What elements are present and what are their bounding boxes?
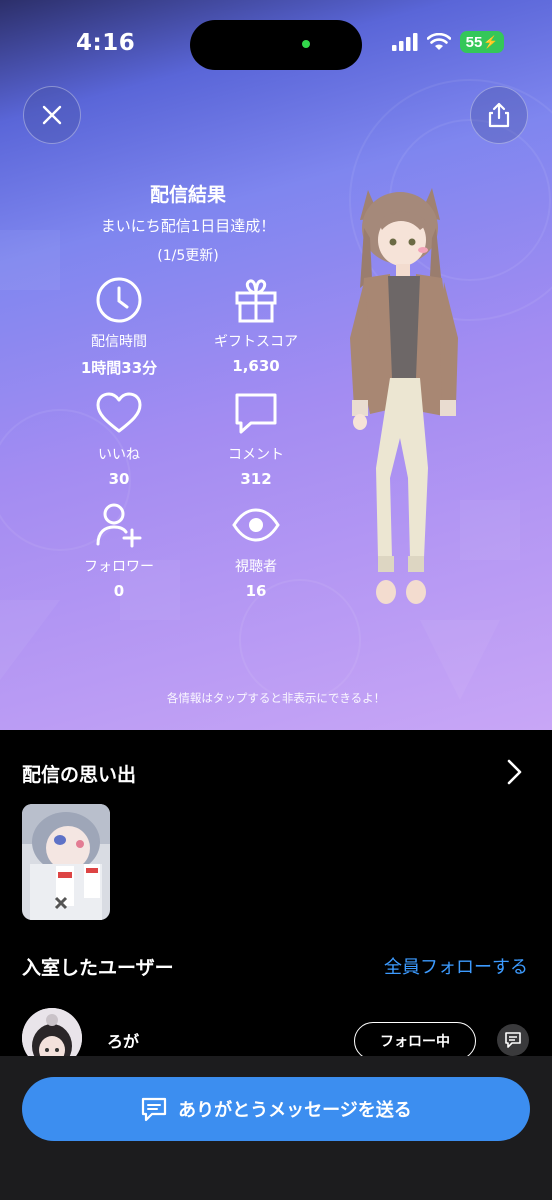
users-title: 入室したユーザー — [22, 957, 174, 979]
update-text: (1/5更新) — [157, 248, 219, 264]
hint-text: 各情報はタップすると非表示にできるよ！ — [166, 691, 386, 705]
stat-label: 視聴者 — [235, 559, 277, 575]
stat-duration[interactable]: 配信時間 1時間33分 — [39, 275, 199, 378]
stat-followers[interactable]: フォロワー 0 — [39, 500, 199, 600]
stat-gift-score[interactable]: ギフトスコア 1,630 — [176, 275, 336, 375]
user-name: ろが — [107, 1032, 140, 1051]
battery-level: 55 — [465, 33, 483, 51]
memory-thumbnail[interactable] — [22, 804, 110, 920]
stat-label: 配信時間 — [91, 334, 147, 350]
stat-value: 312 — [240, 470, 272, 488]
stat-viewers[interactable]: 視聴者 16 — [176, 500, 336, 600]
avatar[interactable] — [22, 1008, 82, 1056]
close-icon — [42, 105, 62, 125]
share-icon — [488, 102, 510, 128]
message-user-button[interactable] — [497, 1024, 529, 1056]
close-button[interactable] — [23, 86, 81, 144]
comment-icon — [235, 393, 277, 434]
avatar-character-image — [350, 188, 458, 604]
stat-likes[interactable]: いいね 30 — [39, 388, 199, 488]
send-thanks-label: ありがとうメッセージを送る — [178, 1100, 412, 1121]
signal-icon — [392, 33, 418, 51]
memories-title: 配信の思い出 — [22, 764, 137, 786]
achievement-text: まいにち配信1日目達成！ — [100, 217, 276, 235]
result-title: 配信結果 — [149, 184, 226, 206]
user-avatar-image — [22, 1008, 82, 1056]
stat-label: ギフトスコア — [214, 334, 298, 350]
status-time: 4:16 — [76, 30, 136, 56]
message-icon — [505, 1032, 521, 1048]
gift-icon — [235, 279, 277, 323]
stat-label: フォロワー — [84, 559, 154, 575]
stat-value: 1,630 — [232, 357, 280, 375]
stream-result-panel: 4:16 55 ⚡ 配信結果 まいにち配信1日目達成！ (1/5更新) 配信時間… — [0, 0, 552, 730]
dynamic-island — [190, 20, 362, 70]
bottom-action-bar: ありがとうメッセージを送る — [0, 1056, 552, 1200]
add-user-icon — [96, 503, 142, 548]
stat-value: 1時間33分 — [80, 359, 158, 377]
follow-all-link[interactable]: 全員フォローする — [384, 953, 528, 979]
message-icon — [142, 1097, 167, 1122]
stat-value: 16 — [245, 582, 267, 600]
battery-icon: 55 ⚡ — [460, 31, 504, 53]
stat-label: いいね — [98, 447, 140, 463]
memory-image — [22, 804, 110, 920]
following-button[interactable]: フォロー中 — [354, 1022, 476, 1056]
heart-icon — [96, 392, 142, 433]
chevron-right-icon[interactable] — [504, 757, 526, 787]
eye-icon — [232, 508, 280, 542]
stat-label: コメント — [228, 447, 284, 463]
stat-value: 0 — [113, 582, 125, 600]
status-bar: 4:16 55 ⚡ — [0, 0, 552, 90]
camera-indicator-icon — [302, 40, 310, 48]
send-thanks-message-button[interactable]: ありがとうメッセージを送る — [22, 1077, 530, 1141]
stat-value: 30 — [108, 470, 130, 488]
share-button[interactable] — [470, 86, 528, 144]
clock-icon — [96, 277, 142, 323]
user-row[interactable]: ろが フォロー中 — [0, 1008, 552, 1056]
stat-comments[interactable]: コメント 312 — [176, 388, 336, 488]
wifi-icon — [427, 33, 451, 50]
